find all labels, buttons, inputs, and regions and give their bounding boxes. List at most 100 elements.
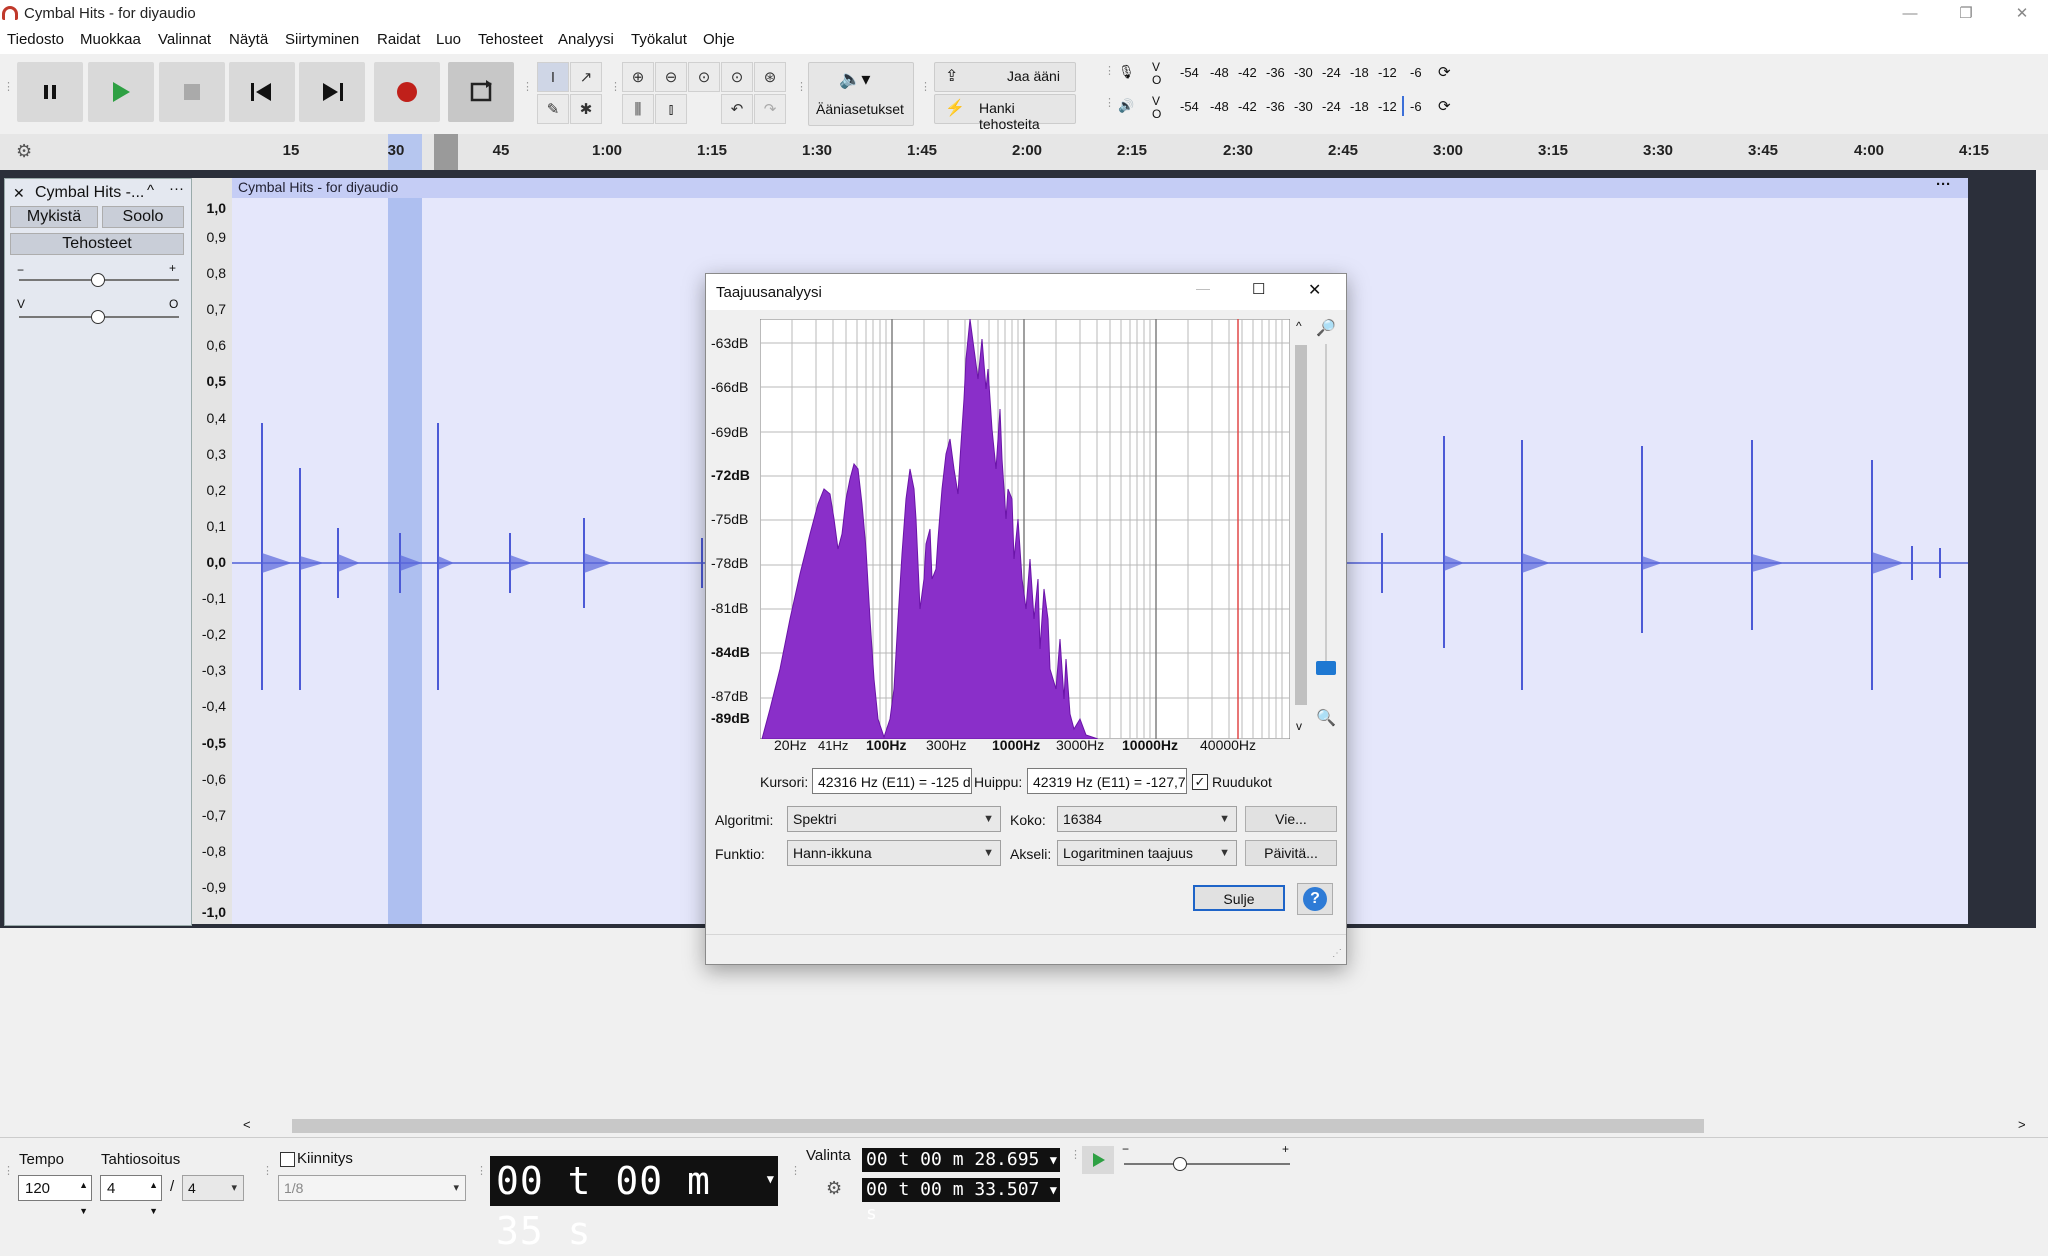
playback-meter[interactable]: 🔊 V O -54 -48 -42 -36 -30 -24 -18 -12 -6… bbox=[1118, 94, 1458, 121]
dialog-close-icon[interactable]: ✕ bbox=[1308, 280, 1321, 300]
zoom-out-icon[interactable]: 🔍 bbox=[1316, 708, 1336, 728]
toolbar-grip[interactable]: ⋮ bbox=[262, 1166, 273, 1177]
chevron-down-icon[interactable]: ▼ bbox=[1050, 1148, 1057, 1172]
gain-slider-thumb[interactable] bbox=[91, 273, 105, 287]
tempo-input[interactable]: 120 ▲ ▼ bbox=[18, 1175, 92, 1216]
grids-checkbox[interactable]: ✓ bbox=[1192, 774, 1208, 790]
menu-transport[interactable]: Siirtyminen bbox=[285, 31, 359, 48]
size-select[interactable]: 16384 ▼ bbox=[1057, 806, 1237, 832]
toolbar-grip[interactable]: ⋮ bbox=[3, 82, 14, 93]
menu-view[interactable]: Näytä bbox=[229, 31, 268, 48]
stop-button[interactable] bbox=[159, 62, 225, 122]
audio-setup-button[interactable]: 🔈▾ Ääniasetukset bbox=[808, 62, 914, 126]
resize-grip-icon[interactable]: ⋰ bbox=[1332, 948, 1342, 959]
pause-button[interactable] bbox=[17, 62, 83, 122]
plot-vertical-scrollbar[interactable]: ^ v bbox=[1293, 319, 1309, 739]
spinner-icon[interactable]: ▲ ▼ bbox=[79, 1172, 88, 1224]
snap-checkbox[interactable] bbox=[280, 1152, 295, 1167]
envelope-tool-button[interactable]: ↗ bbox=[570, 62, 602, 92]
menu-help[interactable]: Ohje bbox=[703, 31, 735, 48]
amplitude-scale[interactable]: 1,0 0,9 0,8 0,7 0,6 0,5 0,4 0,3 0,2 0,1 … bbox=[192, 178, 233, 924]
meter-menu-icon[interactable]: ⟳ bbox=[1438, 63, 1451, 81]
toolbar-grip[interactable]: ⋮ bbox=[476, 1166, 487, 1177]
menu-edit[interactable]: Muokkaa bbox=[80, 31, 141, 48]
draw-tool-button[interactable]: ✎ bbox=[537, 94, 569, 124]
selection-tool-button[interactable]: I bbox=[537, 62, 569, 92]
toolbar-grip[interactable]: ⋮ bbox=[610, 82, 621, 93]
zoom-in-icon[interactable]: 🔎 bbox=[1316, 318, 1336, 338]
skip-to-end-button[interactable] bbox=[299, 62, 365, 122]
fit-selection-button[interactable]: ⊙ bbox=[688, 62, 720, 92]
track-name[interactable]: Cymbal Hits -... bbox=[35, 184, 144, 202]
timeline-settings-icon[interactable]: ⚙ bbox=[16, 141, 32, 162]
effects-button[interactable]: Tehosteet bbox=[10, 233, 184, 255]
track-control-panel[interactable]: ✕ Cymbal Hits -... ^ ··· Mykistä Soolo T… bbox=[4, 178, 192, 926]
replot-button[interactable]: Päivitä... bbox=[1245, 840, 1337, 866]
toolbar-grip[interactable]: ⋮ bbox=[790, 1166, 801, 1177]
plot-scroll-thumb[interactable] bbox=[1295, 345, 1307, 705]
redo-button[interactable]: ↷ bbox=[754, 94, 786, 124]
maximize-button[interactable]: ❐ bbox=[1944, 2, 1988, 26]
timeline-ruler[interactable]: ⚙ 15 30 45 1:00 1:15 1:30 1:45 2:00 2:15… bbox=[0, 134, 2048, 171]
menu-select[interactable]: Valinnat bbox=[158, 31, 211, 48]
chevron-down-icon[interactable]: ▼ bbox=[767, 1154, 775, 1204]
close-track-icon[interactable]: ✕ bbox=[13, 185, 25, 202]
menu-effect[interactable]: Tehosteet bbox=[478, 31, 543, 48]
menu-tracks[interactable]: Raidat bbox=[377, 31, 420, 48]
mute-button[interactable]: Mykistä bbox=[10, 206, 98, 228]
toolbar-grip[interactable]: ⋮ bbox=[522, 82, 533, 93]
play-at-speed-button[interactable] bbox=[1082, 1146, 1114, 1174]
horizontal-scrollbar[interactable]: < > bbox=[0, 1115, 2048, 1137]
peak-field[interactable]: 42319 Hz (E11) = -127,7 dB bbox=[1027, 768, 1187, 794]
dialog-minimize-icon[interactable]: — bbox=[1196, 280, 1210, 296]
get-effects-button[interactable]: ⚡ Hanki tehosteita bbox=[934, 94, 1076, 132]
selection-end-time[interactable]: 00 t 00 m 33.507 s ▼ bbox=[862, 1178, 1060, 1224]
toolbar-grip[interactable]: ⋮ bbox=[796, 82, 807, 93]
algorithm-select[interactable]: Spektri ▼ bbox=[787, 806, 1001, 832]
trim-button[interactable]: ⫼ bbox=[622, 94, 654, 124]
playback-speed-slider[interactable] bbox=[1124, 1163, 1290, 1165]
horizontal-scroll-thumb[interactable] bbox=[292, 1119, 1704, 1133]
minimize-button[interactable]: — bbox=[1888, 2, 1932, 26]
share-audio-button[interactable]: ⇪ Jaa ääni bbox=[934, 62, 1076, 92]
vertical-scrollbar[interactable] bbox=[2036, 170, 2048, 1115]
playhead-marker[interactable] bbox=[434, 134, 458, 170]
menu-analyze[interactable]: Analyysi bbox=[558, 31, 614, 48]
undo-button[interactable]: ↶ bbox=[721, 94, 753, 124]
scroll-up-icon[interactable]: ^ bbox=[1296, 319, 1302, 333]
function-select[interactable]: Hann-ikkuna ▼ bbox=[787, 840, 1001, 866]
time-display[interactable]: 00 t 00 m 35 s ▼ bbox=[490, 1154, 778, 1253]
export-button[interactable]: Vie... bbox=[1245, 806, 1337, 832]
plot-zoom-thumb[interactable] bbox=[1316, 661, 1336, 675]
loop-button[interactable] bbox=[448, 62, 514, 122]
cursor-field[interactable]: 42316 Hz (E11) = -125 dB bbox=[812, 768, 972, 794]
help-button[interactable]: ? bbox=[1297, 883, 1333, 915]
fit-project-button[interactable]: ⊙ bbox=[721, 62, 753, 92]
spinner-icon[interactable]: ▲ ▼ bbox=[149, 1172, 158, 1224]
scroll-down-icon[interactable]: v bbox=[1296, 719, 1302, 733]
close-dialog-button[interactable]: Sulje bbox=[1193, 885, 1285, 911]
plot-zoom-slider[interactable] bbox=[1325, 344, 1327, 674]
selection-start-time[interactable]: 00 t 00 m 28.695 s ▼ bbox=[862, 1148, 1060, 1194]
frequency-analysis-dialog[interactable]: Taajuusanalyysi — ☐ ✕ -63dB -66dB -69dB … bbox=[705, 273, 1347, 965]
scroll-left-icon[interactable]: < bbox=[243, 1117, 251, 1132]
time-signature-numerator[interactable]: 4 ▲ ▼ bbox=[100, 1175, 162, 1216]
selection-settings-icon[interactable]: ⚙ bbox=[826, 1178, 842, 1199]
close-window-button[interactable]: ✕ bbox=[2000, 2, 2044, 26]
menu-generate[interactable]: Luo bbox=[436, 31, 461, 48]
pan-slider-thumb[interactable] bbox=[91, 310, 105, 324]
solo-button[interactable]: Soolo bbox=[102, 206, 184, 228]
clip-menu-icon[interactable]: ··· bbox=[1936, 176, 1951, 193]
menu-tools[interactable]: Työkalut bbox=[631, 31, 687, 48]
recording-meter[interactable]: 🎙 V O -54 -48 -42 -36 -30 -24 -18 -12 -6… bbox=[1118, 60, 1458, 87]
toolbar-grip[interactable]: ⋮ bbox=[1104, 98, 1115, 109]
meter-menu-icon[interactable]: ⟳ bbox=[1438, 97, 1451, 115]
dialog-titlebar[interactable]: Taajuusanalyysi — ☐ ✕ bbox=[706, 274, 1346, 310]
spectrum-plot[interactable] bbox=[760, 319, 1290, 739]
silence-button[interactable]: ⫾ bbox=[655, 94, 687, 124]
zoom-toggle-button[interactable]: ⊛ bbox=[754, 62, 786, 92]
axis-select[interactable]: Logaritminen taajuus ▼ bbox=[1057, 840, 1237, 866]
zoom-out-button[interactable]: ⊖ bbox=[655, 62, 687, 92]
menu-file[interactable]: Tiedosto bbox=[7, 31, 64, 48]
record-button[interactable] bbox=[374, 62, 440, 122]
